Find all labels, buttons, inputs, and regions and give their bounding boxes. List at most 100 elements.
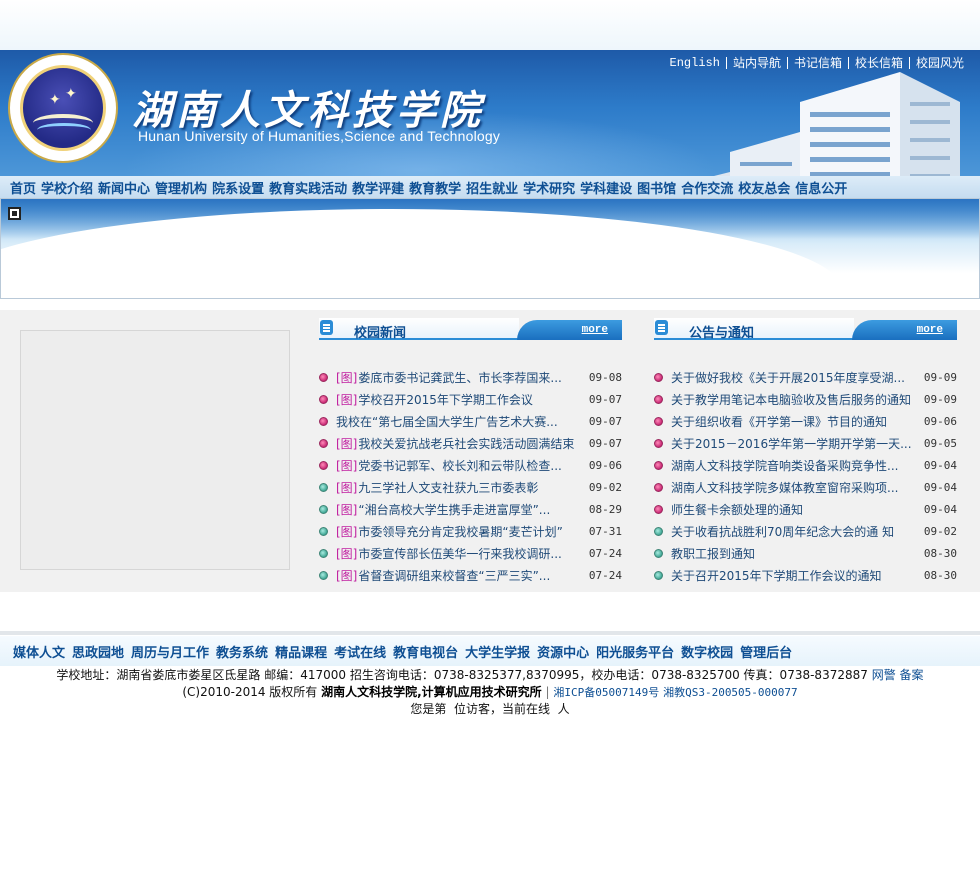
- nav-item-administration[interactable]: 管理机构: [155, 178, 207, 197]
- bullet-dot-icon: [654, 394, 663, 404]
- footer-owner: 湖南人文科技学院,计算机应用技术研究所: [321, 685, 542, 699]
- footer-link-police[interactable]: 网警: [872, 668, 896, 682]
- list-item-date: 08-29: [588, 502, 622, 516]
- top-link-site-nav[interactable]: 站内导航: [725, 57, 787, 69]
- list-item-link[interactable]: 湖南人文科技学院音响类设备采购竞争性...: [671, 457, 911, 474]
- bullet-dot-icon: [319, 438, 328, 448]
- footer-link-record[interactable]: 备案: [900, 668, 924, 682]
- top-link-secretary-mailbox[interactable]: 书记信箱: [786, 57, 848, 69]
- list-item[interactable]: 关于组织收看《开学第一课》节目的通知 09-06: [654, 410, 957, 432]
- footer-link-journal[interactable]: 大学生学报: [465, 642, 530, 661]
- nav-item-departments[interactable]: 院系设置: [212, 178, 264, 197]
- list-item[interactable]: 关于召开2015年下学期工作会议的通知 08-30: [654, 564, 957, 586]
- footer-link-resources[interactable]: 资源中心: [537, 642, 589, 661]
- list-item-link[interactable]: 关于收看抗战胜利70周年纪念大会的通 知: [671, 523, 911, 540]
- list-item-link[interactable]: 师生餐卡余额处理的通知: [671, 501, 911, 518]
- footer-visitor-line: 您是第 位访客，当前在线 人: [410, 702, 570, 716]
- list-item-link[interactable]: 关于召开2015年下学期工作会议的通知: [671, 567, 911, 584]
- list-item-link[interactable]: 湖南人文科技学院多媒体教室窗帘采购项...: [671, 479, 911, 496]
- list-item[interactable]: [图] 党委书记郭军、校长刘和云带队检查... 09-06: [319, 454, 622, 476]
- banner-toggle-icon[interactable]: [8, 207, 21, 220]
- nav-item-evaluation[interactable]: 教学评建: [352, 178, 404, 197]
- campus-news-more-button[interactable]: more: [517, 320, 622, 340]
- list-item-date: 09-09: [923, 370, 957, 384]
- list-item-link[interactable]: 我校在“第七届全国大学生广告艺术大赛...: [336, 413, 576, 430]
- bullet-dot-icon: [319, 394, 328, 404]
- list-item-link[interactable]: 关于教学用笔记本电脑验收及售后服务的通知: [671, 391, 911, 408]
- list-item[interactable]: 关于收看抗战胜利70周年纪念大会的通 知 09-02: [654, 520, 957, 542]
- list-item[interactable]: [图] 学校召开2015年下学期工作会议 09-07: [319, 388, 622, 410]
- photo-tag: [图]: [336, 502, 358, 517]
- list-item-link[interactable]: 我校关爱抗战老兵社会实践活动圆满结束: [358, 435, 576, 452]
- footer-link-academic-system[interactable]: 教务系统: [216, 642, 268, 661]
- nav-item-library[interactable]: 图书馆: [637, 178, 676, 197]
- photo-tag: [图]: [336, 568, 358, 583]
- nav-item-news[interactable]: 新闻中心: [98, 178, 150, 197]
- bullet-dot-icon: [654, 438, 663, 448]
- list-item[interactable]: 师生餐卡余额处理的通知 09-04: [654, 498, 957, 520]
- list-item[interactable]: 湖南人文科技学院多媒体教室窗帘采购项... 09-04: [654, 476, 957, 498]
- footer-divider: [0, 631, 980, 635]
- nav-item-alumni[interactable]: 校友总会: [738, 178, 790, 197]
- footer-link-service[interactable]: 阳光服务平台: [596, 642, 674, 661]
- list-item-link[interactable]: 党委书记郭军、校长刘和云带队检查...: [358, 457, 576, 474]
- nav-item-disciplines[interactable]: 学科建设: [580, 178, 632, 197]
- list-item[interactable]: [图] “湘台高校大学生携手走进富厚堂”... 08-29: [319, 498, 622, 520]
- university-seal-logo[interactable]: ✦ ✦: [8, 53, 118, 163]
- nav-item-admissions[interactable]: 招生就业: [466, 178, 518, 197]
- list-item-link[interactable]: 省督查调研组来校督查“三严三实”...: [358, 567, 576, 584]
- bullet-dot-icon: [654, 460, 663, 470]
- nav-item-disclosure[interactable]: 信息公开: [795, 178, 847, 197]
- list-item[interactable]: 湖南人文科技学院音响类设备采购竞争性... 09-04: [654, 454, 957, 476]
- list-item[interactable]: [图] 我校关爱抗战老兵社会实践活动圆满结束 09-07: [319, 432, 622, 454]
- list-item-link[interactable]: 关于2015－2016学年第一学期开学第一天...: [671, 435, 911, 452]
- footer-link-calendar[interactable]: 周历与月工作: [131, 642, 209, 661]
- list-item-link[interactable]: 关于做好我校《关于开展2015年度享受湖...: [671, 369, 911, 386]
- nav-item-teaching[interactable]: 教育教学: [409, 178, 461, 197]
- list-item[interactable]: [图] 市委领导充分肯定我校暑期“麦芒计划” 07-31: [319, 520, 622, 542]
- footer-icp-link[interactable]: 湘ICP备05007149号: [553, 686, 659, 699]
- footer-link-exam[interactable]: 考试在线: [334, 642, 386, 661]
- top-link-english[interactable]: English: [664, 57, 726, 69]
- bullet-dot-icon: [319, 504, 328, 514]
- list-item[interactable]: 关于教学用笔记本电脑验收及售后服务的通知 09-09: [654, 388, 957, 410]
- list-item-link[interactable]: 学校召开2015年下学期工作会议: [358, 391, 576, 408]
- footer-link-ideology[interactable]: 思政园地: [72, 642, 124, 661]
- list-item[interactable]: 关于做好我校《关于开展2015年度享受湖... 09-09: [654, 366, 957, 388]
- nav-item-practice[interactable]: 教育实践活动: [269, 178, 347, 197]
- news-photo-slideshow[interactable]: [20, 330, 290, 570]
- list-item-link[interactable]: 教职工报到通知: [671, 545, 911, 562]
- bullet-dot-icon: [654, 416, 663, 426]
- list-item-link[interactable]: 市委宣传部长伍美华一行来我校调研...: [358, 545, 576, 562]
- list-item-link[interactable]: 娄底市委书记龚武生、市长李荐国来...: [358, 369, 576, 386]
- top-link-campus-scenery[interactable]: 校园风光: [908, 57, 970, 69]
- photo-tag: [图]: [336, 392, 358, 407]
- footer-link-digital-campus[interactable]: 数字校园: [681, 642, 733, 661]
- list-item[interactable]: [图] 省督查调研组来校督查“三严三实”... 07-24: [319, 564, 622, 586]
- list-item[interactable]: [图] 市委宣传部长伍美华一行来我校调研... 07-24: [319, 542, 622, 564]
- list-item-link[interactable]: 关于组织收看《开学第一课》节目的通知: [671, 413, 911, 430]
- list-item-date: 07-31: [588, 524, 622, 538]
- list-item-link[interactable]: “湘台高校大学生携手走进富厚堂”...: [358, 501, 576, 518]
- footer-link-media[interactable]: 媒体人文: [13, 642, 65, 661]
- bullet-dot-icon: [319, 482, 328, 492]
- footer-link-admin[interactable]: 管理后台: [740, 642, 792, 661]
- list-item[interactable]: [图] 九三学社人文支社获九三市委表彰 09-02: [319, 476, 622, 498]
- notices-more-button[interactable]: more: [852, 320, 957, 340]
- list-item[interactable]: 我校在“第七届全国大学生广告艺术大赛... 09-07: [319, 410, 622, 432]
- nav-item-about[interactable]: 学校介绍: [41, 178, 93, 197]
- footer-link-courses[interactable]: 精品课程: [275, 642, 327, 661]
- nav-item-research[interactable]: 学术研究: [523, 178, 575, 197]
- footer-link-tv[interactable]: 教育电视台: [393, 642, 458, 661]
- list-item[interactable]: 教职工报到通知 08-30: [654, 542, 957, 564]
- hero-banner: [0, 198, 980, 299]
- top-link-president-mailbox[interactable]: 校长信箱: [847, 57, 909, 69]
- notices-title: 公告与通知: [689, 326, 755, 341]
- footer-edu-link[interactable]: 湘教QS3-200505-000077: [663, 686, 798, 699]
- list-item-link[interactable]: 市委领导充分肯定我校暑期“麦芒计划”: [358, 523, 576, 540]
- list-item-link[interactable]: 九三学社人文支社获九三市委表彰: [358, 479, 576, 496]
- list-item[interactable]: [图] 娄底市委书记龚武生、市长李荐国来... 09-08: [319, 366, 622, 388]
- nav-item-cooperation[interactable]: 合作交流: [681, 178, 733, 197]
- list-item[interactable]: 关于2015－2016学年第一学期开学第一天... 09-05: [654, 432, 957, 454]
- nav-item-home[interactable]: 首页: [10, 178, 36, 197]
